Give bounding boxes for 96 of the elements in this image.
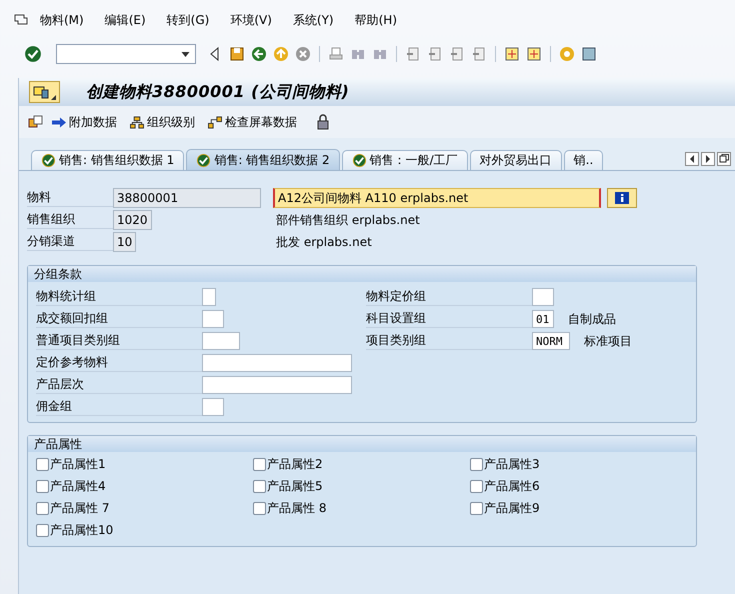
checkbox-label: 产品属性 8 xyxy=(267,500,326,516)
input-field[interactable] xyxy=(202,332,240,350)
checkbox-label: 产品属性4 xyxy=(50,478,106,494)
field-label: 物料定价组 xyxy=(366,288,532,306)
window-icon[interactable] xyxy=(526,46,542,62)
description-field[interactable]: A12公司间物料 A110 erplabs.net xyxy=(273,188,601,208)
checkbox[interactable] xyxy=(470,458,483,470)
input-field[interactable] xyxy=(202,310,224,328)
checkbox-label: 产品属性10 xyxy=(50,522,114,538)
switch-icon[interactable] xyxy=(28,114,44,130)
field-label: 普通项目类别组 xyxy=(36,332,202,350)
material-field: 38800001 xyxy=(113,188,261,208)
checkbox[interactable] xyxy=(253,480,266,492)
menu-item[interactable]: 帮助(H) xyxy=(354,12,398,28)
cancel-icon[interactable] xyxy=(295,46,311,62)
menu-item[interactable]: 转到(G) xyxy=(166,12,210,28)
field-label: 成交额回扣组 xyxy=(36,310,202,328)
checkbox[interactable] xyxy=(36,502,49,514)
info-icon xyxy=(615,192,629,204)
checkbox[interactable] xyxy=(36,524,49,536)
group-title: 产品属性 xyxy=(28,436,696,452)
checkbox[interactable] xyxy=(253,502,266,514)
command-field[interactable] xyxy=(56,44,196,64)
sales-org-field: 1020 xyxy=(113,210,152,230)
checkbox[interactable] xyxy=(470,480,483,492)
checkbox-label: 产品属性6 xyxy=(484,478,540,494)
check-icon xyxy=(41,153,56,168)
screen-menu-button[interactable] xyxy=(29,81,60,103)
field-label: 产品层次 xyxy=(36,376,202,394)
info-button[interactable] xyxy=(607,188,637,208)
checkbox[interactable] xyxy=(36,458,49,470)
value-text: 自制成品 xyxy=(568,310,616,328)
toolbar-button[interactable]: 检查屏幕数据 xyxy=(207,114,303,130)
channel-field: 10 xyxy=(113,232,136,252)
input-field[interactable] xyxy=(532,288,554,306)
layout-icon[interactable] xyxy=(581,46,597,62)
page-icon[interactable] xyxy=(471,46,487,62)
toolbar-button[interactable]: 附加数据 xyxy=(51,114,123,130)
value-text: 标准项目 xyxy=(584,332,632,350)
check-icon xyxy=(352,153,367,168)
menu-item[interactable]: 系统(Y) xyxy=(292,12,334,28)
field-label: 项目类别组 xyxy=(366,332,532,350)
tab[interactable]: 销.. xyxy=(564,150,604,170)
tab[interactable]: 对外贸易出口 xyxy=(470,150,562,170)
checkbox-label: 产品属性1 xyxy=(50,456,106,472)
check-icon[interactable] xyxy=(24,45,42,63)
channel-text: 批发 erplabs.net xyxy=(275,234,372,250)
field-label: 定价参考物料 xyxy=(36,354,202,372)
back-icon[interactable] xyxy=(251,46,267,62)
connection-icon xyxy=(207,116,223,128)
checkbox-label: 产品属性2 xyxy=(267,456,323,472)
field-label: 科目设置组 xyxy=(366,310,532,328)
input-field[interactable]: NORM xyxy=(532,332,570,350)
input-field[interactable]: 01 xyxy=(532,310,554,328)
dropdown-arrow-icon[interactable] xyxy=(181,52,190,56)
checkbox[interactable] xyxy=(36,480,49,492)
print-icon[interactable] xyxy=(328,46,344,62)
screen-icon xyxy=(33,86,49,100)
menu-item[interactable]: 编辑(E) xyxy=(104,12,146,28)
tab-list-icon[interactable] xyxy=(717,152,731,166)
tab[interactable]: 销售: 销售组织数据 2 xyxy=(186,149,340,170)
scroll-right-icon[interactable] xyxy=(701,152,715,166)
input-field[interactable] xyxy=(202,398,224,416)
input-field[interactable] xyxy=(202,354,352,372)
lock-icon[interactable] xyxy=(315,114,331,130)
caret-icon xyxy=(51,95,56,100)
tab[interactable]: 销售: 销售组织数据 1 xyxy=(31,150,184,170)
checkbox-label: 产品属性5 xyxy=(267,478,323,494)
tab[interactable]: 销售：一般/工厂 xyxy=(342,150,468,170)
menu-item[interactable]: 物料(M) xyxy=(40,12,84,28)
checkbox[interactable] xyxy=(253,458,266,470)
sales-org-text: 部件销售组织 erplabs.net xyxy=(275,212,420,228)
window-icon[interactable] xyxy=(504,46,520,62)
page-icon[interactable] xyxy=(427,46,443,62)
hierarchy-icon xyxy=(129,116,145,128)
field-label: 佣金组 xyxy=(36,398,202,416)
page-icon[interactable] xyxy=(405,46,421,62)
page-icon[interactable] xyxy=(449,46,465,62)
input-field[interactable] xyxy=(202,288,216,306)
checkbox-label: 产品属性3 xyxy=(484,456,540,472)
menu-item[interactable]: 环境(V) xyxy=(230,12,272,28)
menu-icon[interactable] xyxy=(14,14,28,26)
input-field[interactable] xyxy=(202,376,352,394)
check-icon xyxy=(196,152,212,168)
scroll-left-icon[interactable] xyxy=(685,152,699,166)
help-icon[interactable] xyxy=(559,46,575,62)
save-icon[interactable] xyxy=(229,46,245,62)
toolbar-button[interactable]: 组织级别 xyxy=(129,114,201,130)
checkbox-label: 产品属性 7 xyxy=(50,500,110,516)
arrow-icon xyxy=(51,116,67,128)
field-label: 物料统计组 xyxy=(36,288,202,306)
exit-icon[interactable] xyxy=(273,46,289,62)
checkbox[interactable] xyxy=(470,502,483,514)
group-title: 分组条款 xyxy=(28,266,696,282)
checkbox-label: 产品属性9 xyxy=(484,500,540,516)
screen-title: 创建物料38800001 (公司间物料) xyxy=(86,82,350,102)
